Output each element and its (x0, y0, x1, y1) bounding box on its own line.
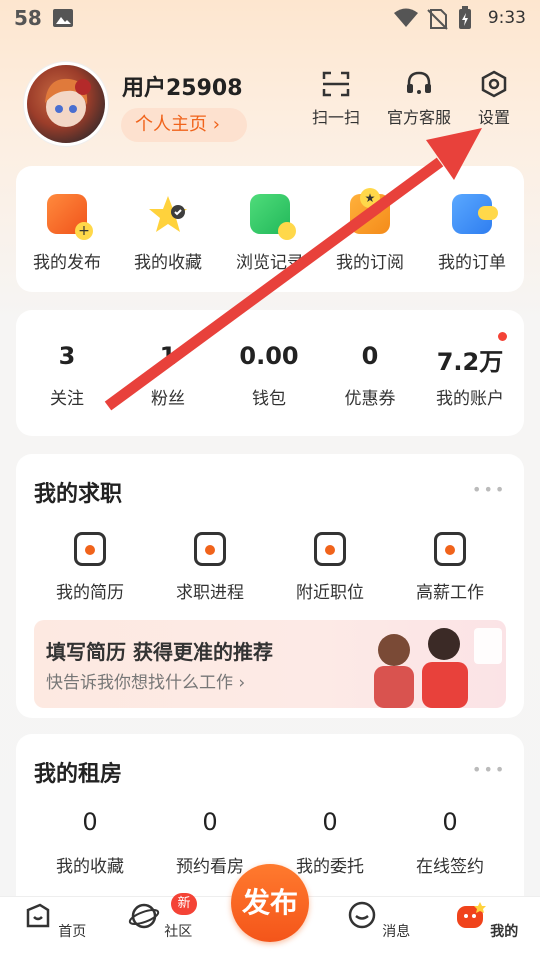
salary-icon (434, 532, 466, 566)
clock: 9:33 (487, 8, 526, 28)
quick-item-label: 浏览记录 (236, 253, 304, 273)
star-icon (148, 194, 188, 234)
job-item-resume[interactable]: 我的简历 (30, 532, 150, 603)
job-item-label: 求职进程 (176, 583, 244, 603)
rent-value: 0 (322, 808, 338, 836)
quick-item-favorites[interactable]: 我的收藏 (118, 194, 218, 273)
job-item-label: 高薪工作 (416, 583, 484, 603)
stat-label: 粉丝 (151, 389, 185, 409)
location-icon (314, 532, 346, 566)
rent-value: 0 (82, 808, 98, 836)
stat-value: 0 (361, 342, 379, 370)
quick-item-label: 我的发布 (33, 253, 101, 273)
quick-item-label: 我的收藏 (134, 253, 202, 273)
job-item-nearby[interactable]: 附近职位 (270, 532, 390, 603)
tab-label: 首页 (58, 924, 87, 940)
mine-icon (456, 902, 486, 928)
image-icon (53, 9, 73, 27)
rent-item-entrust[interactable]: 0 我的委托 (270, 808, 390, 877)
quick-item-publish[interactable]: + 我的发布 (17, 194, 117, 273)
rent-item-signing[interactable]: 0 在线签约 (390, 808, 510, 877)
stat-value: 0.00 (239, 342, 299, 370)
stat-account[interactable]: 7.2万 我的账户 (420, 342, 520, 409)
customer-service-button[interactable]: 官方客服 (383, 70, 455, 128)
avatar[interactable] (24, 62, 108, 146)
wifi-icon (394, 8, 418, 27)
stat-wallet[interactable]: 0.00 钱包 (219, 342, 319, 409)
scan-icon (322, 71, 350, 97)
notification-dot (498, 332, 507, 341)
battery-icon (459, 6, 471, 29)
stat-label: 钱包 (252, 389, 286, 409)
stat-label: 优惠券 (344, 389, 396, 409)
stat-following[interactable]: 3 关注 (17, 342, 117, 409)
tab-label: 消息 (382, 924, 411, 940)
rent-value: 0 (202, 808, 218, 836)
quick-item-subscribe[interactable]: ★ 我的订阅 (320, 188, 420, 273)
tab-label: 我的 (490, 924, 519, 940)
stat-coupons[interactable]: 0 优惠券 (320, 342, 420, 409)
scan-button[interactable]: 扫一扫 (301, 70, 371, 128)
rent-label: 我的收藏 (56, 857, 124, 877)
stat-value: 7.2万 (436, 348, 504, 376)
jobs-more-button[interactable]: ••• (472, 480, 506, 499)
rent-more-button[interactable]: ••• (472, 760, 506, 779)
rent-item-favorites[interactable]: 0 我的收藏 (30, 808, 150, 877)
order-icon (452, 194, 498, 234)
settings-button[interactable]: 设置 (459, 70, 529, 128)
quick-item-label: 我的订单 (438, 253, 506, 273)
status-app-label: 58 (14, 6, 42, 30)
tab-home[interactable]: 首页 (14, 900, 94, 941)
job-item-high-salary[interactable]: 高薪工作 (390, 532, 510, 603)
planet-icon (128, 903, 159, 929)
publish-button[interactable]: 发布 (231, 864, 309, 942)
subscribe-icon: ★ (350, 188, 390, 234)
publish-icon: + (47, 194, 93, 240)
job-item-progress[interactable]: 求职进程 (150, 532, 270, 603)
rent-label: 在线签约 (416, 857, 484, 877)
tab-messages[interactable]: 消息 (338, 900, 418, 941)
headset-icon (407, 71, 431, 94)
stat-value: 1 (159, 342, 177, 370)
stat-followers[interactable]: 1 粉丝 (118, 342, 218, 409)
stat-label: 关注 (50, 389, 84, 409)
tab-mine[interactable]: 我的 (446, 900, 526, 941)
status-bar: 58 9:33 (0, 0, 540, 36)
job-item-label: 附近职位 (296, 583, 364, 603)
rent-section-title: 我的租房 (34, 762, 123, 787)
message-icon (348, 901, 376, 929)
banner-subtitle[interactable]: 快告诉我你想找什么工作 › (46, 668, 245, 693)
customer-service-label: 官方客服 (386, 108, 451, 127)
stat-label: 我的账户 (436, 389, 504, 409)
scan-label: 扫一扫 (311, 108, 360, 127)
home-icon (26, 903, 50, 928)
settings-icon (481, 70, 507, 98)
quick-item-history[interactable]: 浏览记录 (220, 194, 320, 273)
history-icon (250, 194, 296, 240)
progress-icon (194, 532, 226, 566)
username: 用户25908 (122, 76, 243, 101)
resume-icon (74, 532, 106, 566)
rent-item-viewing[interactable]: 0 预约看房 (150, 808, 270, 877)
new-badge: 新 (171, 893, 197, 915)
rent-value: 0 (442, 808, 458, 836)
job-item-label: 我的简历 (56, 583, 124, 603)
stat-value: 3 (58, 342, 76, 370)
avatar-image (45, 78, 91, 127)
no-sim-icon (427, 9, 448, 30)
settings-label: 设置 (477, 108, 510, 127)
jobs-section-title: 我的求职 (34, 482, 123, 507)
quick-item-orders[interactable]: 我的订单 (422, 194, 522, 273)
quick-item-label: 我的订阅 (336, 253, 404, 273)
banner-title: 填写简历 获得更准的推荐 (46, 640, 273, 664)
tab-label: 社区 (164, 924, 193, 940)
banner-illustration (374, 628, 502, 708)
profile-button[interactable]: 个人主页 › (121, 108, 247, 142)
